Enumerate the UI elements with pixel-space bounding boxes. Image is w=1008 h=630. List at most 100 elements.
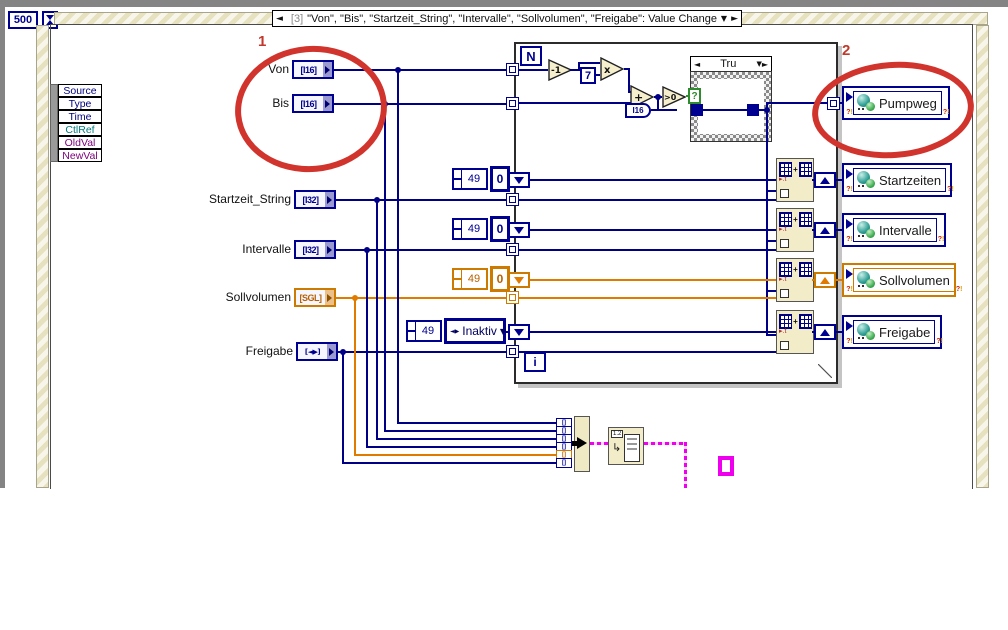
sollvolumen-type: [SGL] bbox=[299, 292, 323, 303]
constant-7[interactable]: 7 bbox=[580, 67, 596, 84]
terminal-out-arrow-icon bbox=[325, 192, 334, 207]
element-constant-1[interactable]: 0 bbox=[490, 166, 510, 192]
enum-constant-inaktiv[interactable]: ◄▶ Inaktiv ▼ bbox=[444, 318, 506, 344]
case-right-tunnel[interactable] bbox=[747, 104, 759, 116]
bundle-wire-1 bbox=[397, 422, 556, 424]
case-next-arrow-icon[interactable]: ► bbox=[762, 60, 768, 69]
shift-register-right-3[interactable] bbox=[814, 272, 836, 288]
event-data-node-bar[interactable] bbox=[50, 84, 58, 162]
row4-wire bbox=[530, 331, 776, 333]
to-i16-conversion-node[interactable]: I16 bbox=[625, 103, 651, 118]
array-grid-icon bbox=[798, 262, 812, 277]
row3-elem-wire bbox=[519, 297, 776, 299]
sollvolumen-tunnel[interactable] bbox=[506, 291, 519, 304]
event-dropdown-icon[interactable]: ▼ bbox=[721, 14, 727, 23]
freigabe-tunnel[interactable] bbox=[506, 345, 519, 358]
bundle-wire-5 bbox=[354, 454, 556, 456]
shift-register-right-1[interactable] bbox=[814, 172, 836, 188]
intervalle-shared-variable[interactable]: ?! Intervalle ?! bbox=[842, 213, 946, 247]
event-data-item-oldval[interactable]: OldVal bbox=[58, 136, 102, 149]
array-size-constant-2[interactable]: 49 bbox=[452, 218, 488, 240]
startzeit-type: [I32] bbox=[302, 194, 319, 205]
event-prev-arrow-icon[interactable]: ◄ bbox=[276, 14, 283, 24]
shift-register-right-2[interactable] bbox=[814, 222, 836, 238]
while-loop-border-left[interactable] bbox=[36, 25, 49, 488]
intervalle-wire bbox=[336, 249, 506, 251]
shift-register-left-4[interactable] bbox=[508, 324, 530, 340]
event-data-item-source[interactable]: Source bbox=[58, 84, 102, 97]
write-arrow-icon bbox=[846, 269, 853, 279]
intervalle-tunnel[interactable] bbox=[506, 243, 519, 256]
index-branch-3 bbox=[766, 290, 776, 292]
array-size-constant-3[interactable]: 49 bbox=[452, 268, 488, 290]
freigabe-terminal[interactable]: [◄▶] bbox=[296, 342, 338, 361]
flatten-to-xml-node[interactable]: 1.2 ↳ bbox=[608, 427, 644, 465]
replace-array-subset-node-1[interactable]: + ▸.t bbox=[776, 158, 814, 202]
question-badge: ?! bbox=[846, 286, 853, 293]
bis-tunnel[interactable] bbox=[506, 97, 519, 110]
case-selector-label[interactable]: ◄ Tru ▼ ► bbox=[690, 56, 772, 72]
replace-array-subset-node-2[interactable]: + ▸.t bbox=[776, 208, 814, 252]
event-data-item-time[interactable]: Time bbox=[58, 110, 102, 123]
row2-elem-wire bbox=[519, 249, 776, 251]
shift-register-left-3[interactable] bbox=[508, 272, 530, 288]
bundle-element-6[interactable]: [] bbox=[556, 458, 572, 468]
element-constant-3[interactable]: 0 bbox=[490, 266, 510, 292]
startzeiten-shared-variable[interactable]: ?! Startzeiten ?! bbox=[842, 163, 954, 197]
terminal-out-arrow-icon bbox=[327, 344, 336, 359]
case-selector-tunnel[interactable]: ? bbox=[688, 88, 701, 104]
startzeit-string-terminal[interactable]: [I32] bbox=[294, 190, 336, 209]
output-label: Freigabe bbox=[879, 324, 931, 340]
string-terminal-stub[interactable] bbox=[718, 456, 734, 476]
row2-wire bbox=[530, 229, 776, 231]
shift-register-left-1[interactable] bbox=[508, 172, 530, 188]
index-branch-4 bbox=[766, 334, 776, 336]
for-loop-count-terminal[interactable]: N bbox=[520, 46, 542, 66]
shift-register-right-4[interactable] bbox=[814, 324, 836, 340]
bis-inner-wire bbox=[519, 102, 632, 104]
event-data-item-ctlref[interactable]: CtlRef bbox=[58, 123, 102, 136]
svg-text:-1: -1 bbox=[551, 66, 561, 76]
von-tunnel[interactable] bbox=[506, 63, 519, 76]
replace-array-subset-node-4[interactable]: + ▸.t bbox=[776, 310, 814, 354]
i16-case-wire bbox=[657, 109, 677, 111]
array-grid-icon bbox=[798, 162, 812, 177]
event-data-item-type[interactable]: Type bbox=[58, 97, 102, 110]
array-size-constant-1[interactable]: 49 bbox=[452, 168, 488, 190]
array-size-value: 49 bbox=[467, 223, 481, 235]
decrement-node[interactable]: -1 bbox=[548, 59, 572, 81]
case-name: Tru bbox=[720, 58, 737, 70]
write-arrow-icon bbox=[846, 321, 853, 331]
array-size-value: 49 bbox=[467, 273, 481, 285]
sollvolumen-shared-variable[interactable]: ?! Sollvolumen ?! bbox=[842, 263, 962, 297]
freigabe-type: [◄▶] bbox=[304, 347, 321, 356]
sollvolumen-terminal[interactable]: [SGL] bbox=[294, 288, 336, 307]
array-size-constant-4[interactable]: 49 bbox=[406, 320, 442, 342]
event-selector-label[interactable]: ◄ [3] "Von", "Bis", "Startzeit_String", … bbox=[272, 10, 742, 27]
index-v-wire bbox=[766, 110, 768, 336]
array-grid-icon bbox=[779, 262, 793, 277]
freigabe-label: Freigabe bbox=[245, 344, 293, 358]
svg-text:>0: >0 bbox=[664, 93, 677, 102]
question-badge: ?! bbox=[947, 186, 954, 193]
multiply-node[interactable]: x bbox=[600, 57, 624, 81]
replace-array-subset-node-3[interactable]: + ▸.t bbox=[776, 258, 814, 302]
for-loop-iteration-terminal[interactable]: i bbox=[524, 352, 546, 372]
event-next-arrow-icon[interactable]: ► bbox=[731, 14, 738, 24]
wait-ms-constant[interactable]: 500 bbox=[8, 11, 38, 29]
array-index-icon bbox=[454, 220, 462, 238]
output-label: Intervalle bbox=[879, 222, 932, 238]
intervalle-label: Intervalle bbox=[242, 242, 291, 256]
case-prev-arrow-icon[interactable]: ◄ bbox=[694, 60, 700, 69]
startzeit-tunnel[interactable] bbox=[506, 193, 519, 206]
case-left-tunnel[interactable] bbox=[691, 104, 703, 116]
shift-register-left-2[interactable] bbox=[508, 222, 530, 238]
greater-than-zero-node[interactable]: >0 bbox=[662, 86, 686, 108]
while-loop-border-right[interactable] bbox=[976, 25, 989, 488]
enum-cycle-icon[interactable]: ◄▶ bbox=[450, 328, 459, 335]
event-data-item-newval[interactable]: NewVal bbox=[58, 149, 102, 162]
freigabe-shared-variable[interactable]: ?! Freigabe ?! bbox=[842, 315, 943, 349]
element-constant-2[interactable]: 0 bbox=[490, 216, 510, 242]
event-selector-text: "Von", "Bis", "Startzeit_String", "Inter… bbox=[307, 12, 718, 25]
intervalle-terminal[interactable]: [I32] bbox=[294, 240, 336, 259]
